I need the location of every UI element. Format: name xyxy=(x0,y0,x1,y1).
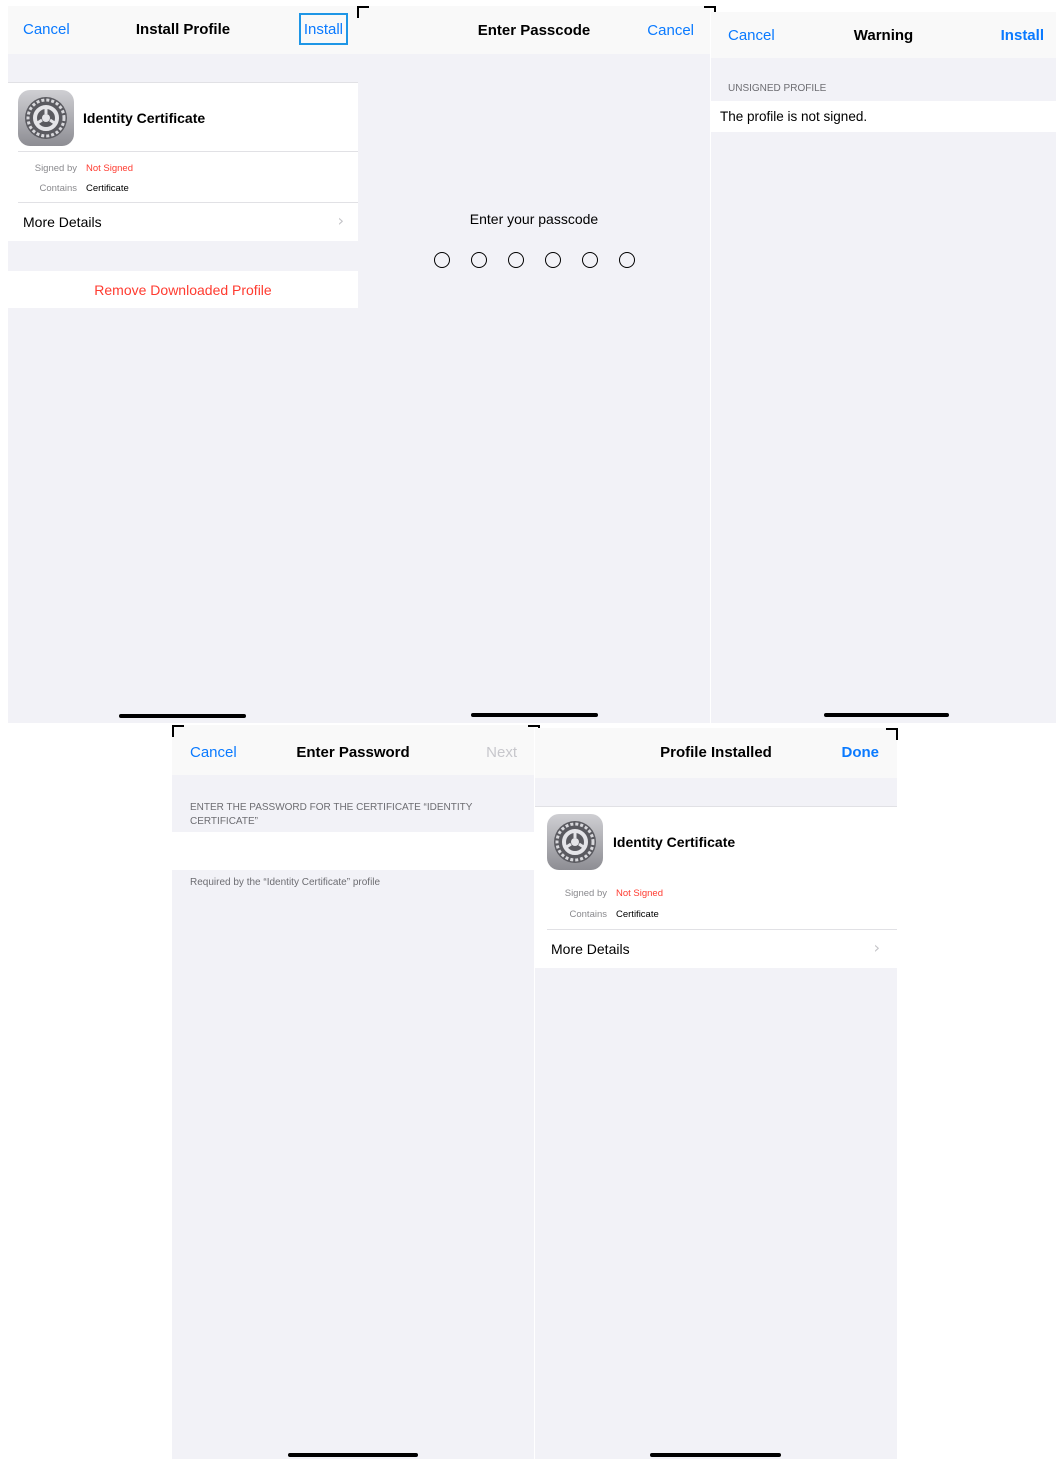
signed-by-value: Not Signed xyxy=(616,888,664,899)
more-details-row[interactable]: More Details › xyxy=(535,930,897,968)
passcode-dots[interactable] xyxy=(358,252,710,272)
more-details-row[interactable]: More Details › xyxy=(8,203,358,241)
home-indicator xyxy=(650,1453,781,1457)
cancel-button[interactable]: Cancel xyxy=(190,744,237,761)
passcode-prompt: Enter your passcode xyxy=(469,211,599,227)
home-indicator xyxy=(119,714,246,718)
signed-by-label: Signed by xyxy=(34,163,77,174)
navigation-bar: Cancel Enter Password Next xyxy=(172,725,534,775)
passcode-dot xyxy=(619,252,635,268)
contains-value: Certificate xyxy=(86,183,129,194)
warning-message-row: The profile is not signed. xyxy=(711,101,1056,132)
enter-password-screen: Cancel Enter Password Next ENTER THE PAS… xyxy=(172,725,534,1459)
passcode-dot xyxy=(545,252,561,268)
next-button[interactable]: Next xyxy=(486,744,517,761)
home-indicator xyxy=(288,1453,418,1457)
install-button[interactable]: Install xyxy=(1001,27,1044,44)
footer-note: Required by the “Identity Certificate” p… xyxy=(190,877,381,888)
passcode-dot xyxy=(582,252,598,268)
passcode-dot xyxy=(434,252,450,268)
passcode-dot xyxy=(508,252,524,268)
more-details-label: More Details xyxy=(23,214,102,230)
home-indicator xyxy=(824,713,949,717)
navigation-bar: Profile Installed Done xyxy=(535,728,897,778)
settings-gear-icon xyxy=(18,90,74,146)
profile-name: Identity Certificate xyxy=(83,110,206,126)
warning-screen: Cancel Warning Install UNSIGNED PROFILE … xyxy=(711,12,1056,723)
screenshot-corner-mark xyxy=(172,725,184,737)
divider xyxy=(18,151,358,152)
home-indicator xyxy=(471,713,598,717)
section-header: UNSIGNED PROFILE xyxy=(728,83,827,94)
signed-by-label: Signed by xyxy=(564,888,607,899)
passcode-dot xyxy=(471,252,487,268)
contains-label: Contains xyxy=(39,183,78,194)
profile-summary: Identity Certificate Signed by Not Signe… xyxy=(8,83,358,241)
navigation-bar: Cancel Install Profile Install xyxy=(8,6,358,54)
password-field-row xyxy=(172,832,534,870)
profile-summary: Identity Certificate Signed by Not Signe… xyxy=(535,807,897,968)
screenshot-corner-mark xyxy=(886,728,898,740)
section-header: ENTER THE PASSWORD FOR THE CERTIFICATE “… xyxy=(190,802,473,827)
enter-passcode-screen: Enter Passcode Cancel Enter your passcod… xyxy=(358,6,710,723)
cancel-button[interactable]: Cancel xyxy=(728,27,775,44)
done-button[interactable]: Done xyxy=(842,744,880,761)
profile-installed-screen: Profile Installed Done Identity Certific… xyxy=(535,728,897,1459)
remove-downloaded-profile-button[interactable]: Remove Downloaded Profile xyxy=(8,282,358,298)
settings-gear-icon xyxy=(547,814,603,870)
navigation-bar: Cancel Warning Install xyxy=(711,12,1056,58)
password-input[interactable] xyxy=(188,840,512,862)
navigation-bar: Enter Passcode Cancel xyxy=(358,6,710,54)
cancel-button[interactable]: Cancel xyxy=(647,22,694,39)
chevron-right-icon: › xyxy=(873,938,880,957)
profile-name: Identity Certificate xyxy=(613,834,736,850)
contains-value: Certificate xyxy=(616,909,659,920)
warning-message: The profile is not signed. xyxy=(720,109,868,124)
cancel-button[interactable]: Cancel xyxy=(23,21,70,38)
more-details-label: More Details xyxy=(551,941,630,957)
signed-by-value: Not Signed xyxy=(86,163,134,174)
screenshot-corner-mark xyxy=(357,6,369,18)
install-button[interactable]: Install xyxy=(298,13,348,45)
chevron-right-icon: › xyxy=(337,211,344,230)
contains-label: Contains xyxy=(569,909,608,920)
remove-profile-row[interactable]: Remove Downloaded Profile xyxy=(8,271,358,308)
install-profile-screen: Cancel Install Profile Install Identity … xyxy=(8,6,358,723)
